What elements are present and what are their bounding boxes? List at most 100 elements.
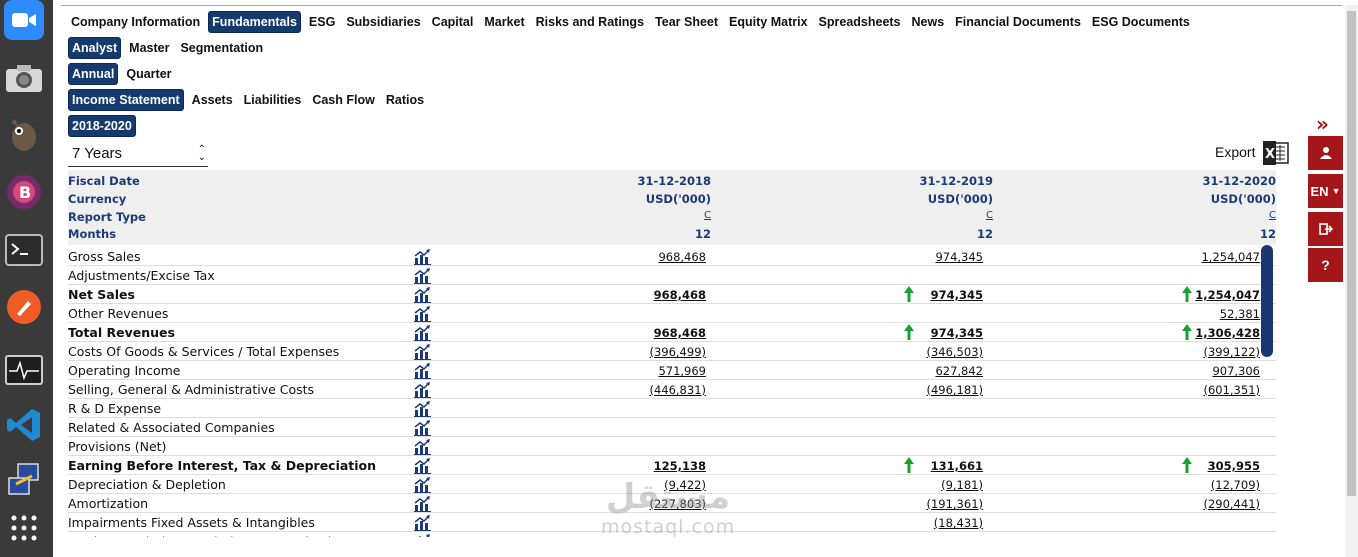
value-cell[interactable]: 131,661: [863, 459, 983, 473]
range-tabs: 2018-2020: [68, 115, 141, 137]
logout-button[interactable]: [1308, 212, 1343, 246]
remote-desktop-app-icon[interactable]: [4, 460, 44, 500]
value-cell[interactable]: (399,122): [1140, 345, 1260, 359]
system-monitor-app-icon[interactable]: [4, 350, 44, 390]
years-select[interactable]: 7 Years ⌃ ⌄: [68, 141, 208, 167]
value-cell[interactable]: (303,150): [1140, 535, 1260, 537]
header-cell-report-type[interactable]: C: [1156, 210, 1276, 221]
value-cell[interactable]: 627,842: [863, 364, 983, 378]
value-cell[interactable]: 571,969: [586, 364, 706, 378]
chart-icon[interactable]: [414, 344, 431, 360]
help-button[interactable]: ?: [1308, 248, 1343, 282]
tab-spreadsheets[interactable]: Spreadsheets: [816, 12, 904, 32]
page-scrollbar-thumb[interactable]: [1347, 11, 1356, 496]
header-cell-report-type[interactable]: C: [591, 210, 711, 221]
postman-app-icon[interactable]: [4, 287, 44, 327]
tab-market[interactable]: Market: [481, 12, 527, 32]
tab-tear-sheet[interactable]: Tear Sheet: [652, 12, 721, 32]
value-cell[interactable]: 968,468: [586, 250, 706, 264]
chart-icon[interactable]: [414, 477, 431, 493]
tab-annual[interactable]: Annual: [68, 63, 119, 85]
page-scrollbar[interactable]: [1345, 5, 1358, 557]
value-cell[interactable]: (290,441): [1140, 497, 1260, 511]
value-cell[interactable]: 125,138: [586, 459, 706, 473]
chart-icon[interactable]: [414, 496, 431, 512]
value-cell[interactable]: (9,181): [863, 478, 983, 492]
tab-fundamentals[interactable]: Fundamentals: [208, 11, 301, 33]
tab-equity-matrix[interactable]: Equity Matrix: [726, 12, 811, 32]
camera-app-icon[interactable]: [4, 58, 44, 98]
up-arrow-icon: [1181, 323, 1193, 341]
value-cell[interactable]: (496,181): [863, 383, 983, 397]
value-cell[interactable]: (218,973): [863, 535, 983, 537]
chart-icon[interactable]: [414, 306, 431, 322]
user-button[interactable]: [1308, 136, 1343, 170]
value-cell[interactable]: 968,468: [586, 326, 706, 340]
chart-icon[interactable]: [414, 268, 431, 284]
show-apps-icon[interactable]: [4, 508, 44, 548]
browser-app-icon[interactable]: B: [4, 172, 44, 212]
header-cell-months: 12: [976, 227, 993, 241]
tab-cash-flow[interactable]: Cash Flow: [309, 90, 378, 110]
chart-icon[interactable]: [414, 249, 431, 265]
row-label: Amortization: [68, 496, 149, 511]
terminal-app-icon[interactable]: [4, 230, 44, 270]
value-cell[interactable]: 974,345: [863, 250, 983, 264]
user-icon: [1319, 147, 1332, 159]
language-button[interactable]: EN ▼: [1308, 174, 1343, 208]
tab-esg[interactable]: ESG: [306, 12, 338, 32]
table-scrollbar[interactable]: [1261, 245, 1273, 357]
export-button[interactable]: Export X: [1215, 141, 1290, 165]
tab-income-statement[interactable]: Income Statement: [68, 89, 184, 111]
tab-liabilities[interactable]: Liabilities: [241, 90, 305, 110]
tab-capital[interactable]: Capital: [429, 12, 477, 32]
chart-icon[interactable]: [414, 534, 431, 537]
header-cell-report-type[interactable]: C: [873, 210, 993, 221]
value-cell[interactable]: 907,306: [1140, 364, 1260, 378]
value-cell[interactable]: 974,345: [863, 326, 983, 340]
value-cell[interactable]: 1,254,047: [1140, 250, 1260, 264]
value-cell[interactable]: 968,468: [586, 288, 706, 302]
value-cell[interactable]: (396,499): [586, 345, 706, 359]
value-cell[interactable]: (601,351): [1140, 383, 1260, 397]
tab-ratios[interactable]: Ratios: [383, 90, 427, 110]
tab-company-information[interactable]: Company Information: [68, 12, 203, 32]
value-cell[interactable]: (191,361): [863, 497, 983, 511]
chart-icon[interactable]: [414, 287, 431, 303]
chart-icon[interactable]: [414, 515, 431, 531]
tab-assets[interactable]: Assets: [189, 90, 236, 110]
value-cell[interactable]: 305,955: [1140, 459, 1260, 473]
chart-icon[interactable]: [414, 420, 431, 436]
value-cell[interactable]: 1,306,428: [1140, 326, 1260, 340]
chart-icon[interactable]: [414, 401, 431, 417]
value-cell[interactable]: (346,503): [863, 345, 983, 359]
tab-financial-documents[interactable]: Financial Documents: [952, 12, 1084, 32]
gimp-app-icon[interactable]: [4, 115, 44, 155]
vscode-app-icon[interactable]: [4, 405, 44, 445]
years-select-value: 7 Years: [72, 145, 123, 162]
value-cell[interactable]: (446,831): [586, 383, 706, 397]
row-label: Total Revenues: [68, 325, 175, 340]
value-cell[interactable]: (18,431): [863, 516, 983, 530]
tab-risks-and-ratings[interactable]: Risks and Ratings: [533, 12, 647, 32]
chart-icon[interactable]: [414, 363, 431, 379]
tab-subsidiaries[interactable]: Subsidiaries: [343, 12, 423, 32]
chart-icon[interactable]: [414, 382, 431, 398]
tab-analyst[interactable]: Analyst: [68, 37, 122, 59]
value-cell[interactable]: 1,254,047: [1140, 288, 1260, 302]
tab-esg-documents[interactable]: ESG Documents: [1089, 12, 1193, 32]
double-chevron-right-icon[interactable]: »: [1316, 112, 1329, 136]
chart-icon[interactable]: [414, 439, 431, 455]
chart-icon[interactable]: [414, 325, 431, 341]
tab-quarter[interactable]: Quarter: [123, 64, 174, 84]
zoom-app-icon[interactable]: [4, 0, 44, 40]
tab-master[interactable]: Master: [126, 38, 172, 58]
value-cell[interactable]: 974,345: [863, 288, 983, 302]
header-label: Report Type: [68, 210, 146, 224]
tab-news[interactable]: News: [909, 12, 948, 32]
tab-segmentation[interactable]: Segmentation: [177, 38, 266, 58]
range-tab[interactable]: 2018-2020: [68, 115, 136, 137]
value-cell[interactable]: (12,709): [1140, 478, 1260, 492]
value-cell[interactable]: 52,381: [1140, 307, 1260, 321]
chart-icon[interactable]: [414, 458, 431, 474]
